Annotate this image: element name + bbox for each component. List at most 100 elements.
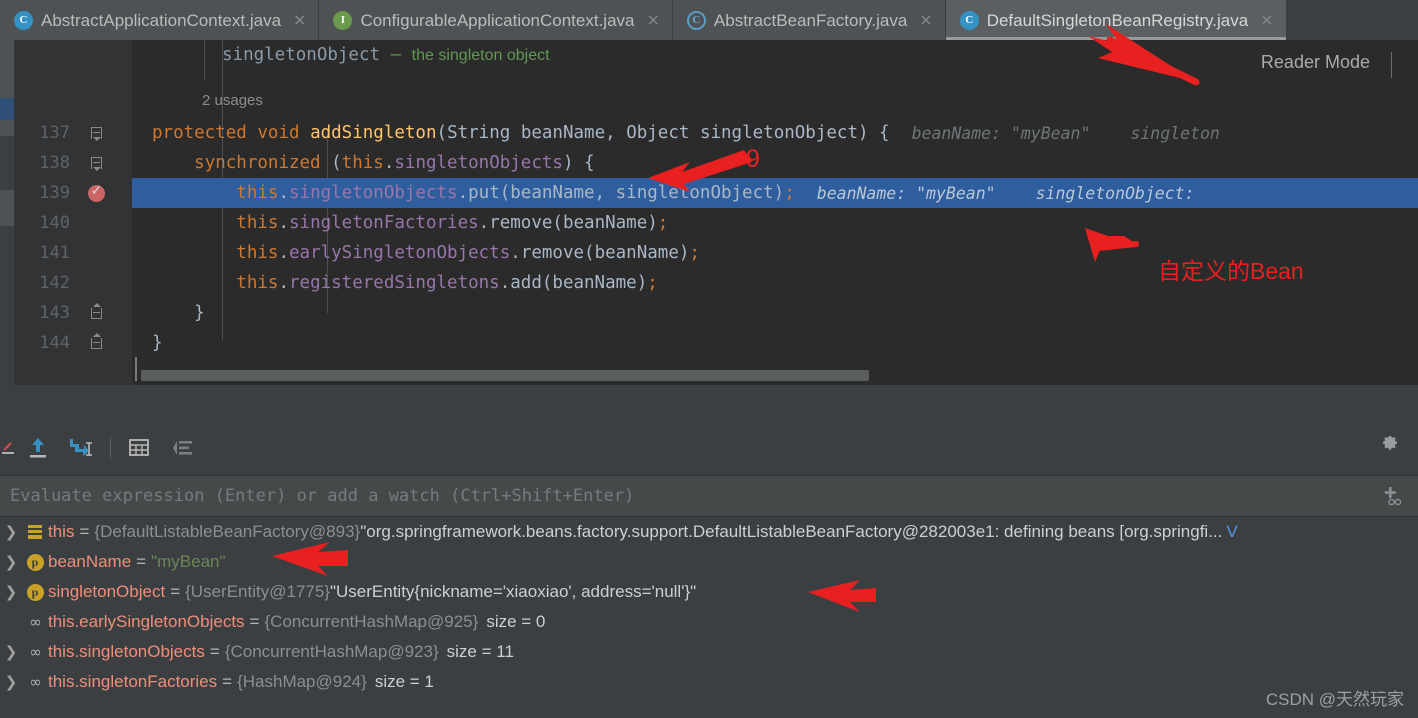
fold-end-icon[interactable] <box>90 332 102 349</box>
code-token: singletonFactories <box>289 213 479 233</box>
code-token: } <box>152 333 163 353</box>
variables-tree[interactable]: ❯ this = {DefaultListableBeanFactory@893} "… <box>0 517 1418 718</box>
code-token: ; <box>657 213 669 233</box>
variable-reference: {ConcurrentHashMap@923} <box>224 642 439 661</box>
code-token: ; <box>647 273 658 293</box>
gutter-line-143[interactable]: 143 <box>14 298 132 328</box>
inline-hint-label: beanName: <box>816 183 907 203</box>
inline-debug-hint[interactable]: singleton <box>1090 124 1229 143</box>
gutter-line-141[interactable]: 141 <box>14 238 132 268</box>
close-icon[interactable]: × <box>293 12 306 28</box>
code-line-139[interactable]: this.singletonObjects.put(beanName, sing… <box>132 178 1418 208</box>
close-icon[interactable]: × <box>919 12 932 28</box>
close-icon[interactable]: × <box>1260 12 1273 28</box>
equals-sign: = <box>222 672 233 691</box>
gutter-line-138[interactable]: 138 <box>14 148 132 178</box>
usages-inlay[interactable]: 2 usages <box>132 85 1418 115</box>
line-number: 144 <box>39 333 70 353</box>
code-token: registeredSingletons <box>289 273 500 293</box>
editor-tab-label: AbstractBeanFactory.java <box>713 10 908 30</box>
close-icon[interactable]: × <box>647 12 660 28</box>
line-number: 137 <box>39 123 70 143</box>
code-line-144[interactable]: } <box>132 328 1418 358</box>
fold-marker[interactable] <box>76 332 116 349</box>
view-value-link[interactable]: V <box>1222 522 1237 542</box>
scrollbar-thumb[interactable] <box>141 370 869 381</box>
variable-row[interactable]: ❯ p beanName = "myBean" <box>0 547 1418 577</box>
fold-marker[interactable] <box>76 157 116 171</box>
gutter-line-144[interactable]: 144 <box>14 328 132 358</box>
variable-value: "UserEntity{nickname='xiaoxiao', address… <box>329 582 697 601</box>
variable-size: size = 1 <box>374 672 434 691</box>
chevron-right-icon[interactable]: ❯ <box>0 643 22 661</box>
evaluate-expression-input[interactable]: Evaluate expression (Enter) or add a wat… <box>0 486 634 506</box>
add-watch-icon[interactable] <box>1382 485 1406 512</box>
fold-marker[interactable] <box>76 127 116 141</box>
inline-hint-label: singletonObject: <box>1035 183 1195 203</box>
chevron-right-icon[interactable]: ❯ <box>0 673 22 691</box>
javadoc-line: singletonObject – the singleton object <box>132 40 1418 70</box>
chevron-right-icon[interactable]: ❯ <box>0 553 22 571</box>
code-token: addSingleton <box>310 123 437 143</box>
variable-row[interactable]: ❯ ∞ this.singletonFactories = {HashMap@924} … <box>0 667 1418 697</box>
equals-sign: = <box>209 642 220 661</box>
code-line-138[interactable]: synchronized (this.singletonObjects) { <box>132 148 1418 178</box>
inline-debug-hint[interactable]: beanName: "myBean" <box>890 124 1091 143</box>
fold-end-icon[interactable] <box>90 302 102 319</box>
java-class-icon: C <box>686 10 706 30</box>
debugger-settings-button[interactable] <box>1376 429 1404 457</box>
editor-tab-0[interactable]: C AbstractApplicationContext.java × <box>0 0 320 40</box>
collapsed-tool-window-strip[interactable] <box>0 40 14 385</box>
code-token: earlySingletonObjects <box>289 243 511 263</box>
gutter-line-142[interactable]: 142 <box>14 268 132 298</box>
partial-icon[interactable] <box>0 425 16 470</box>
code-line-140[interactable]: this.singletonFactories.remove(beanName)… <box>132 208 1418 238</box>
fold-marker[interactable] <box>76 302 116 319</box>
code-token: . <box>457 183 469 203</box>
editor-tab-label: ConfigurableApplicationContext.java <box>360 10 635 30</box>
variable-value: "org.springframework.beans.factory.suppo… <box>360 522 1223 541</box>
variable-row[interactable]: ❯ this = {DefaultListableBeanFactory@893} "… <box>0 517 1418 547</box>
gutter-line-137[interactable]: 137 <box>14 118 132 148</box>
inline-debug-hint[interactable]: beanName: "myBean" <box>795 184 996 203</box>
variable-name: singletonObject <box>48 582 166 601</box>
code-text: this.singletonObjects.put(beanName, sing… <box>132 183 794 203</box>
reader-mode-label[interactable]: Reader Mode <box>1261 52 1370 73</box>
code-editor[interactable]: 137138139140141142143144 singletonObject… <box>14 40 1418 385</box>
evaluate-expression-bar[interactable]: Evaluate expression (Enter) or add a wat… <box>0 475 1418 517</box>
variable-name: beanName <box>48 552 132 571</box>
editor-tab-2[interactable]: C AbstractBeanFactory.java × <box>672 0 946 40</box>
code-content[interactable]: singletonObject – the singleton object 2 … <box>132 40 1418 385</box>
inline-debug-hint[interactable]: singletonObject: <box>996 184 1205 203</box>
variable-row[interactable]: ∞ this.earlySingletonObjects = {ConcurrentH… <box>0 607 1418 637</box>
frame-icon <box>22 525 48 539</box>
fold-collapse-icon[interactable] <box>90 127 102 141</box>
code-line-137[interactable]: protected void addSingleton(String beanN… <box>132 118 1418 148</box>
editor-tab-1[interactable]: I ConfigurableApplicationContext.java × <box>319 0 673 40</box>
breakpoint-verified-icon[interactable] <box>87 183 105 202</box>
code-token: . <box>383 153 395 173</box>
variable-row[interactable]: ❯ ∞ this.singletonObjects = {ConcurrentHashM… <box>0 637 1418 667</box>
variable-row[interactable]: ❯ p singletonObject = {UserEntity@1775} "Use… <box>0 577 1418 607</box>
code-token: Object <box>626 123 690 143</box>
chevron-right-icon[interactable]: ❯ <box>0 523 22 541</box>
sort-values-icon[interactable] <box>161 425 205 470</box>
variable-name: this.singletonFactories <box>48 672 218 691</box>
breakpoint-icon[interactable] <box>76 183 116 202</box>
gutter-line-139[interactable]: 139 <box>14 178 132 208</box>
fold-collapse-icon[interactable] <box>90 157 102 171</box>
gutter-line-140[interactable]: 140 <box>14 208 132 238</box>
step-out-icon[interactable] <box>16 425 60 470</box>
code-line-143[interactable]: } <box>132 298 1418 328</box>
code-token: . <box>499 273 511 293</box>
editor-tab-3[interactable]: C DefaultSingletonBeanRegistry.java × <box>945 0 1287 40</box>
editor-gutter[interactable]: 137 138 139 140 141 142 143 144 <box>14 40 132 385</box>
chevron-right-icon[interactable]: ❯ <box>0 583 22 601</box>
toolbar-separator <box>110 436 111 459</box>
code-token: put <box>468 183 500 203</box>
force-step-into-icon[interactable] <box>60 425 104 470</box>
watch-icon: ∞ <box>22 643 48 661</box>
table-view-icon[interactable] <box>117 425 161 470</box>
editor-horizontal-scrollbar[interactable] <box>132 370 1418 381</box>
inline-hint-value: "myBean" <box>916 183 996 203</box>
